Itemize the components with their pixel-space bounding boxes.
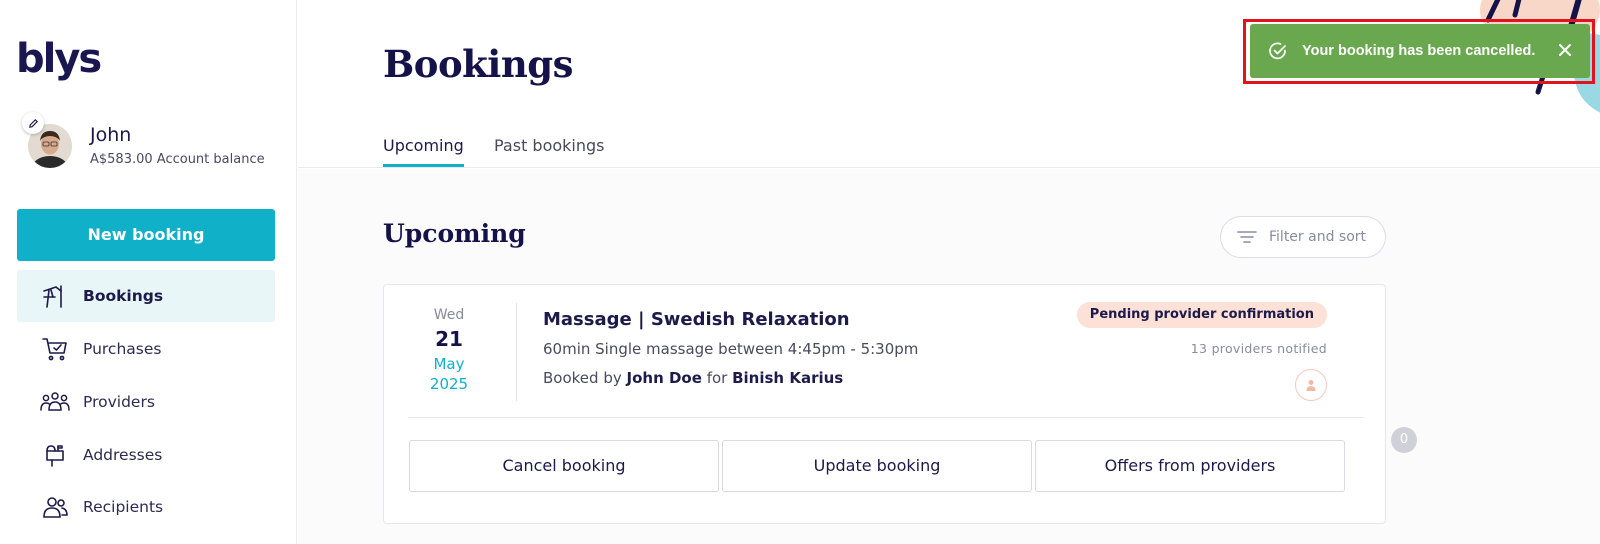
account-balance: A$583.00 Account balance [90,152,265,167]
sidebar-item-label: Providers [83,393,155,411]
sidebar: blys John A$583.00 Account balance New b… [0,0,297,544]
sidebar-item-providers[interactable]: Providers [17,376,275,428]
date-year: 2025 [429,375,469,393]
blys-logo[interactable]: blys [16,36,102,82]
cart-icon [39,335,71,363]
close-icon[interactable] [1554,39,1576,61]
divider [408,417,1363,418]
offers-from-providers-button[interactable]: Offers from providers [1035,440,1345,492]
date-number: 21 [435,327,463,351]
provider-placeholder-avatar [1295,369,1327,401]
cancel-booking-button[interactable]: Cancel booking [409,440,719,492]
update-booking-button[interactable]: Update booking [722,440,1032,492]
booker-name: John Doe [626,369,702,387]
offers-count-badge: 0 [1391,427,1417,453]
toast-notification: Your booking has been cancelled. [1250,24,1590,78]
sidebar-item-label: Addresses [83,446,163,464]
service-description: 60min Single massage between 4:45pm - 5:… [543,340,919,358]
booked-by-line: Booked by John Doe for Binish Karius [543,369,843,387]
sidebar-item-label: Purchases [83,340,162,358]
filter-label: Filter and sort [1269,229,1367,245]
person-icon [1304,378,1318,392]
date-day: Wed [433,307,465,323]
for-word: for [706,369,728,387]
providers-notified: 13 providers notified [1190,341,1327,356]
users-icon [39,493,71,521]
toast-message: Your booking has been cancelled. [1302,43,1536,59]
umbrella-table-icon [39,282,71,310]
filter-and-sort-button[interactable]: Filter and sort [1220,216,1386,258]
sidebar-item-label: Bookings [83,287,164,305]
sidebar-item-bookings[interactable]: Bookings [17,270,275,322]
date-month: May [433,355,465,373]
status-badge: Pending provider confirmation [1076,302,1327,328]
sidebar-item-addresses[interactable]: Addresses [17,429,275,481]
user-avatar-wrap [22,112,72,168]
filter-icon [1237,229,1257,245]
booked-by-prefix: Booked by [543,369,622,387]
section-title: Upcoming [383,219,526,248]
sidebar-item-recipients[interactable]: Recipients [17,481,275,533]
booking-card[interactable]: Wed 21 May 2025 Massage | Swedish Relaxa… [383,284,1417,524]
service-title: Massage | Swedish Relaxation [543,309,850,330]
page-title: Bookings [383,42,573,86]
people-group-icon [39,388,71,416]
mailbox-icon [39,441,71,469]
tab-upcoming[interactable]: Upcoming [383,136,464,167]
recipient-name: Binish Karius [732,369,844,387]
divider [516,303,517,401]
booking-date: Wed 21 May 2025 [384,307,514,393]
edit-avatar-button[interactable] [22,112,44,134]
check-circle-icon [1268,41,1288,61]
tab-past-bookings[interactable]: Past bookings [494,136,605,164]
user-name: John [90,124,132,146]
pencil-icon [28,118,39,129]
sidebar-item-purchases[interactable]: Purchases [17,323,275,375]
bookings-content: Upcoming Filter and sort Wed 21 May 2025… [298,169,1600,544]
new-booking-button[interactable]: New booking [17,209,275,261]
sidebar-item-label: Recipients [83,498,164,516]
